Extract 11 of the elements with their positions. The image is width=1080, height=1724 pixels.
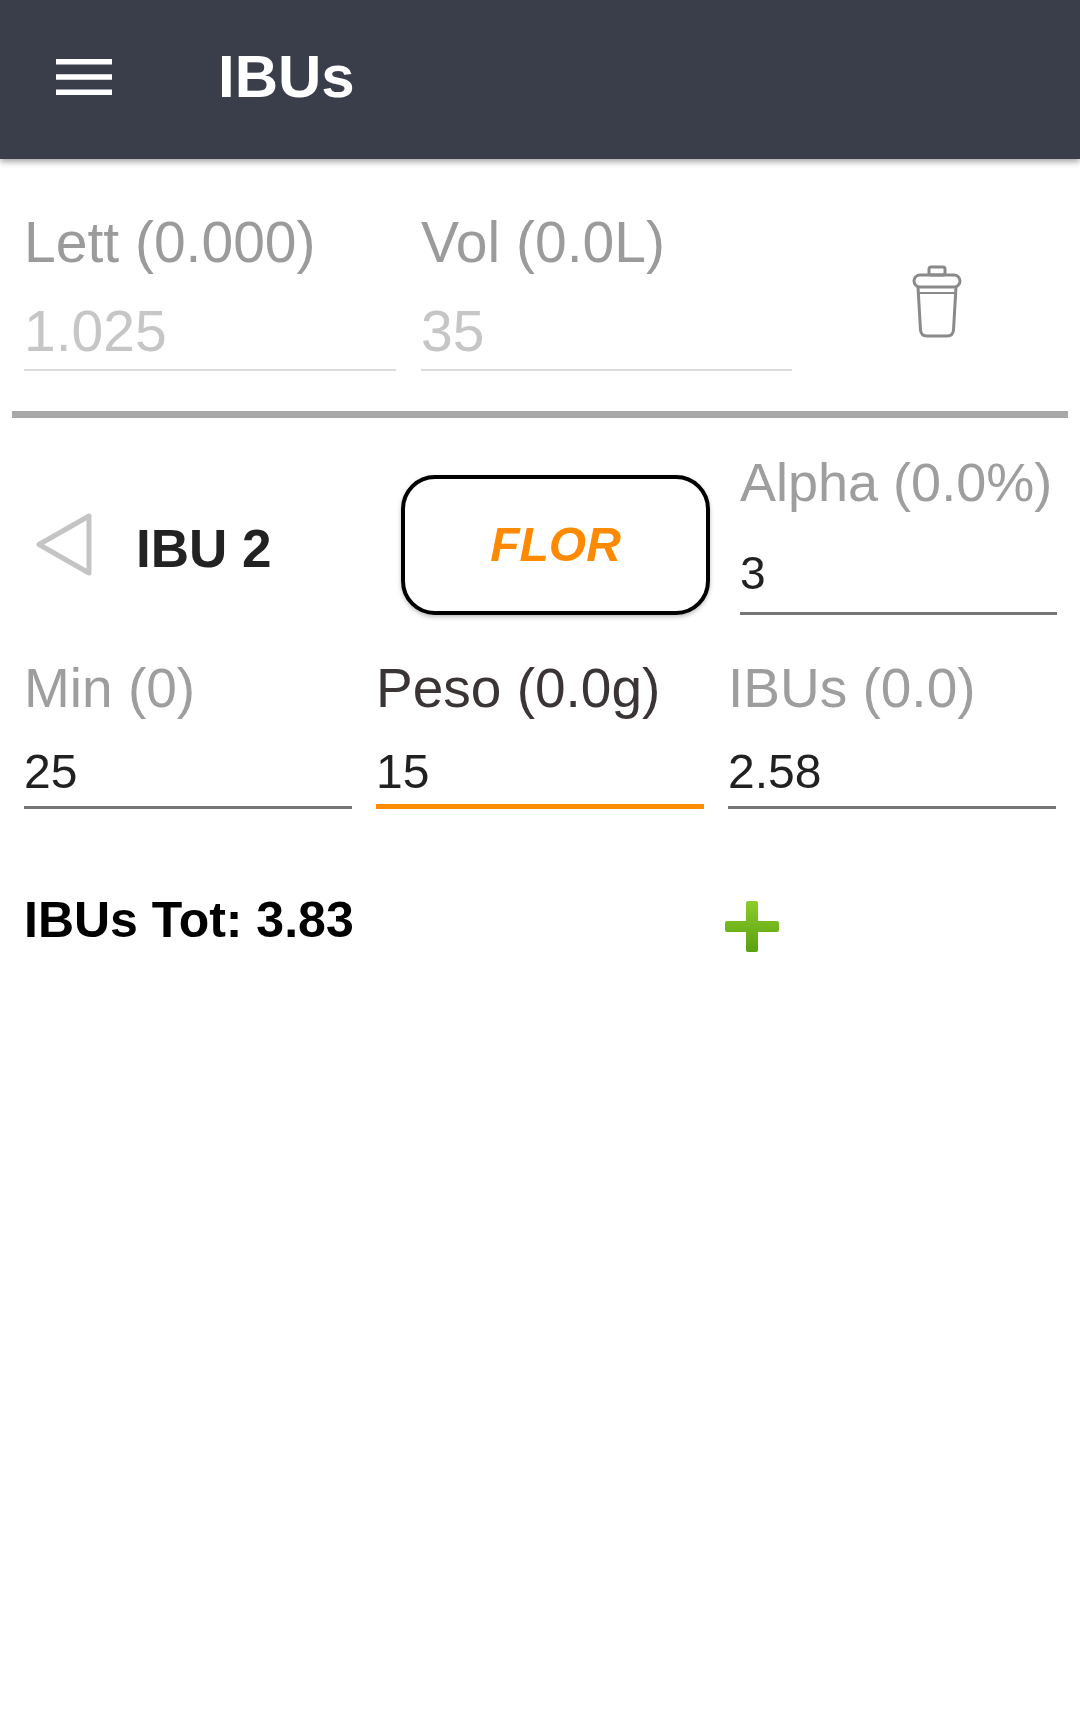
menu-icon[interactable] <box>56 59 112 95</box>
total-text: IBUs Tot: 3.83 <box>24 895 355 945</box>
input-field[interactable]: 25 <box>24 747 352 809</box>
app-title: IBUs <box>218 47 355 107</box>
hop-title: IBU 2 <box>136 522 272 575</box>
plus-icon[interactable] <box>725 901 779 952</box>
input-field[interactable]: 3 <box>740 550 1057 615</box>
trash-icon[interactable] <box>911 265 963 338</box>
left-triangle-icon[interactable] <box>35 513 93 576</box>
input-field[interactable]: 15 <box>376 747 704 809</box>
input-field[interactable]: 2.58 <box>728 747 1056 809</box>
